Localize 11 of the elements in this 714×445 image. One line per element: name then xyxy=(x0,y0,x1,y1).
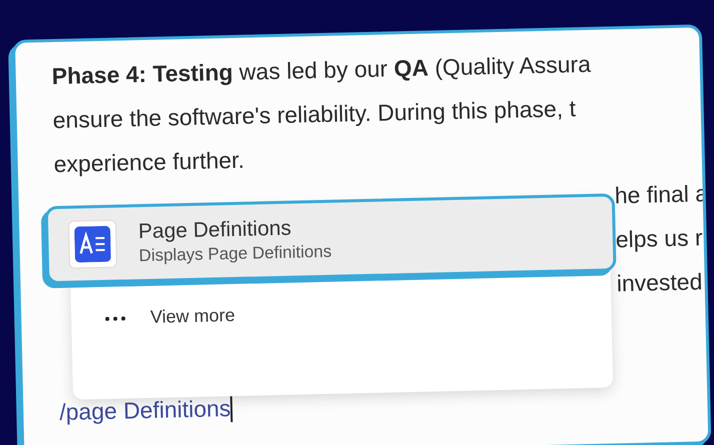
paragraph-line: ensure the software's reliability. During this phase, t xyxy=(52,94,577,136)
command-title: Page Definitions xyxy=(138,216,293,244)
paragraph-line: invested xyxy=(616,267,703,298)
command-input[interactable]: /page Definitions xyxy=(59,384,708,426)
paragraph-line: experience further. xyxy=(53,146,246,180)
document-icon xyxy=(68,220,118,269)
paragraph-line: he final a xyxy=(614,179,708,210)
command-description: Displays Page Definitions xyxy=(138,242,332,266)
paragraph-line: elps us r xyxy=(615,223,704,254)
paragraph-line: Phase 4: Testing was led by our QA (Quality Assura xyxy=(51,50,592,92)
more-icon xyxy=(104,314,126,322)
